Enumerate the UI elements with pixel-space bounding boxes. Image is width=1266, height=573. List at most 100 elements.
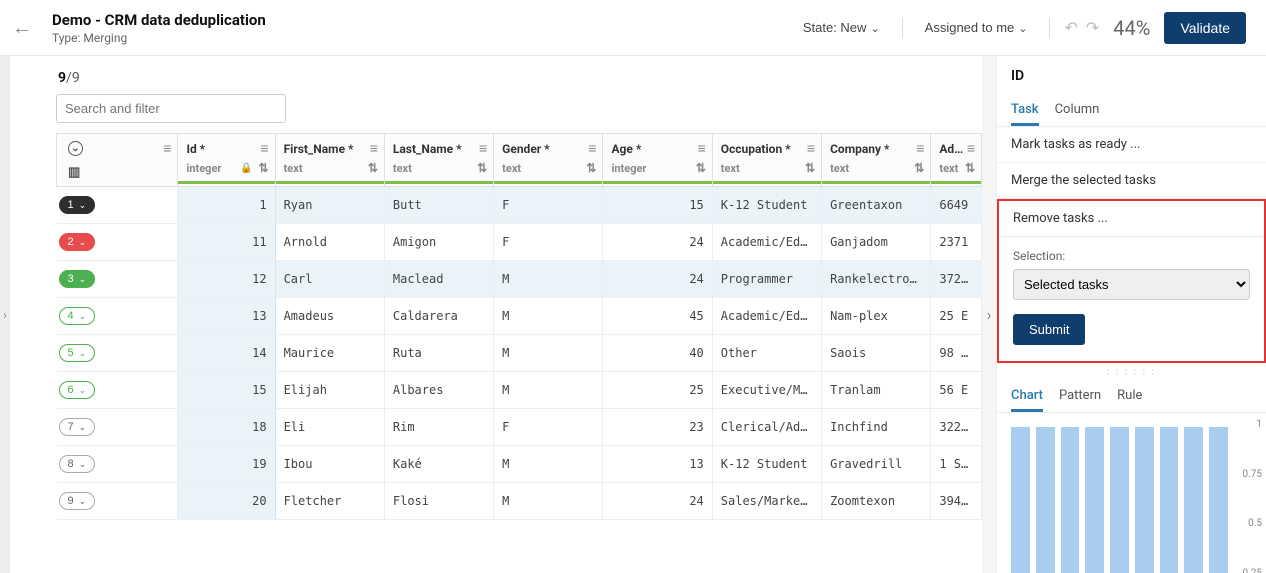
column-header-control[interactable]: ⌄ ≡ ▥	[57, 134, 178, 187]
undo-icon[interactable]: ↶	[1064, 18, 1077, 37]
cell-age[interactable]: 23	[603, 409, 712, 446]
column-header-address[interactable]: Addre≡text⇅	[931, 134, 982, 187]
cell-occupation[interactable]: K-12 Student	[712, 187, 821, 224]
cell-gender[interactable]: F	[494, 409, 603, 446]
task-chip[interactable]: 6⌄	[59, 381, 96, 399]
cell-first_name[interactable]: Ryan	[275, 187, 384, 224]
cell-gender[interactable]: F	[494, 224, 603, 261]
cell-last_name[interactable]: Amigon	[384, 224, 493, 261]
tab-chart[interactable]: Chart	[1011, 382, 1043, 412]
cell-age[interactable]: 25	[603, 372, 712, 409]
validate-button[interactable]: Validate	[1164, 12, 1246, 44]
cell-company[interactable]: Nam-plex	[822, 298, 931, 335]
cell-id[interactable]: 13	[178, 298, 275, 335]
drag-handle-icon[interactable]: : : : : : :	[997, 363, 1266, 382]
sort-icon[interactable]: ⇅	[965, 161, 975, 175]
cell-age[interactable]: 40	[603, 335, 712, 372]
sort-icon[interactable]: ⇅	[586, 161, 596, 175]
cell-last_name[interactable]: Albares	[384, 372, 493, 409]
task-chip[interactable]: 9⌄	[59, 492, 96, 510]
cell-age[interactable]: 13	[603, 446, 712, 483]
task-chip[interactable]: 3⌄	[59, 270, 96, 288]
cell-occupation[interactable]: Executive/Man...	[712, 372, 821, 409]
cell-gender[interactable]: M	[494, 335, 603, 372]
cell-id[interactable]: 19	[178, 446, 275, 483]
menu-remove-tasks[interactable]: Remove tasks ...	[999, 201, 1264, 237]
cell-company[interactable]: Saois	[822, 335, 931, 372]
menu-mark-ready[interactable]: Mark tasks as ready ...	[997, 127, 1266, 163]
cell-company[interactable]: Rankelectronics	[822, 261, 931, 298]
cell-first_name[interactable]: Arnold	[275, 224, 384, 261]
cell-first_name[interactable]: Amadeus	[275, 298, 384, 335]
cell-occupation[interactable]: Academic/Educ...	[712, 298, 821, 335]
cell-occupation[interactable]: Academic/Educ...	[712, 224, 821, 261]
cell-id[interactable]: 20	[178, 483, 275, 520]
table-row[interactable]: 8⌄19IbouKakéM13K-12 StudentGravedrill1 S…	[57, 446, 982, 483]
task-chip[interactable]: 5⌄	[59, 344, 96, 362]
cell-occupation[interactable]: Programmer	[712, 261, 821, 298]
cell-company[interactable]: Ganjadom	[822, 224, 931, 261]
table-row[interactable]: 2⌄11ArnoldAmigonF24Academic/Educ...Ganja…	[57, 224, 982, 261]
table-row[interactable]: 6⌄15ElijahAlbaresM25Executive/Man...Tran…	[57, 372, 982, 409]
task-chip[interactable]: 2⌄	[59, 233, 96, 251]
cell-last_name[interactable]: Kaké	[384, 446, 493, 483]
sort-icon[interactable]: ⇅	[914, 161, 924, 175]
column-header-first_name[interactable]: First_Name *≡text⇅	[275, 134, 384, 187]
cell-address[interactable]: 98 Co	[931, 335, 982, 372]
cell-address[interactable]: 322 N	[931, 409, 982, 446]
column-header-last_name[interactable]: Last_Name *≡text⇅	[384, 134, 493, 187]
cell-id[interactable]: 14	[178, 335, 275, 372]
cell-address[interactable]: 6649	[931, 187, 982, 224]
cell-first_name[interactable]: Maurice	[275, 335, 384, 372]
cell-occupation[interactable]: Clerical/Admin	[712, 409, 821, 446]
expand-all-icon[interactable]: ⌄	[68, 141, 83, 156]
cell-age[interactable]: 24	[603, 483, 712, 520]
column-header-age[interactable]: Age *≡integer⇅	[603, 134, 712, 187]
cell-last_name[interactable]: Rim	[384, 409, 493, 446]
cell-last_name[interactable]: Maclead	[384, 261, 493, 298]
cell-age[interactable]: 45	[603, 298, 712, 335]
table-row[interactable]: 4⌄ 13AmadeusCaldareraM45Academic/Educ...N…	[57, 298, 982, 335]
cell-first_name[interactable]: Ibou	[275, 446, 384, 483]
cell-company[interactable]: Zoomtexon	[822, 483, 931, 520]
cell-id[interactable]: 12	[178, 261, 275, 298]
menu-merge-selected[interactable]: Merge the selected tasks	[997, 163, 1266, 199]
cell-id[interactable]: 18	[178, 409, 275, 446]
cell-company[interactable]: Tranlam	[822, 372, 931, 409]
column-header-id[interactable]: Id *≡integer🔒⇅	[178, 134, 275, 187]
tab-rule[interactable]: Rule	[1117, 382, 1142, 412]
redo-icon[interactable]: ↷	[1086, 18, 1099, 37]
cell-first_name[interactable]: Fletcher	[275, 483, 384, 520]
table-row[interactable]: 1⌄ 1RyanButtF15K-12 StudentGreentaxon6649	[57, 187, 982, 224]
task-chip[interactable]: 1⌄	[59, 196, 96, 214]
cell-last_name[interactable]: Butt	[384, 187, 493, 224]
cell-age[interactable]: 15	[603, 187, 712, 224]
columns-icon[interactable]: ▥	[68, 165, 80, 180]
cell-id[interactable]: 1	[178, 187, 275, 224]
cell-address[interactable]: 37275	[931, 261, 982, 298]
column-menu-icon[interactable]: ≡	[260, 140, 268, 157]
column-menu-icon[interactable]: ≡	[588, 140, 596, 157]
search-input[interactable]	[56, 94, 286, 123]
task-chip[interactable]: 8⌄	[59, 455, 96, 473]
submit-button[interactable]: Submit	[1013, 314, 1085, 345]
cell-first_name[interactable]: Carl	[275, 261, 384, 298]
cell-occupation[interactable]: Sales/Marketing	[712, 483, 821, 520]
column-menu-icon[interactable]: ≡	[967, 140, 975, 157]
table-row[interactable]: 3⌄12CarlMacleadM24ProgrammerRankelectron…	[57, 261, 982, 298]
cell-gender[interactable]: M	[494, 298, 603, 335]
task-chip[interactable]: 4⌄	[59, 307, 96, 325]
cell-first_name[interactable]: Elijah	[275, 372, 384, 409]
column-menu-icon[interactable]: ≡	[163, 140, 171, 157]
tab-task[interactable]: Task	[1011, 96, 1039, 126]
cell-first_name[interactable]: Eli	[275, 409, 384, 446]
table-row[interactable]: 5⌄14MauriceRutaM40OtherSaois98 Co	[57, 335, 982, 372]
cell-last_name[interactable]: Caldarera	[384, 298, 493, 335]
table-row[interactable]: 7⌄18EliRimF23Clerical/AdminInchfind322 N	[57, 409, 982, 446]
cell-company[interactable]: Greentaxon	[822, 187, 931, 224]
cell-gender[interactable]: M	[494, 483, 603, 520]
cell-address[interactable]: 56 E	[931, 372, 982, 409]
column-menu-icon[interactable]: ≡	[807, 140, 815, 157]
cell-gender[interactable]: M	[494, 372, 603, 409]
cell-gender[interactable]: F	[494, 187, 603, 224]
